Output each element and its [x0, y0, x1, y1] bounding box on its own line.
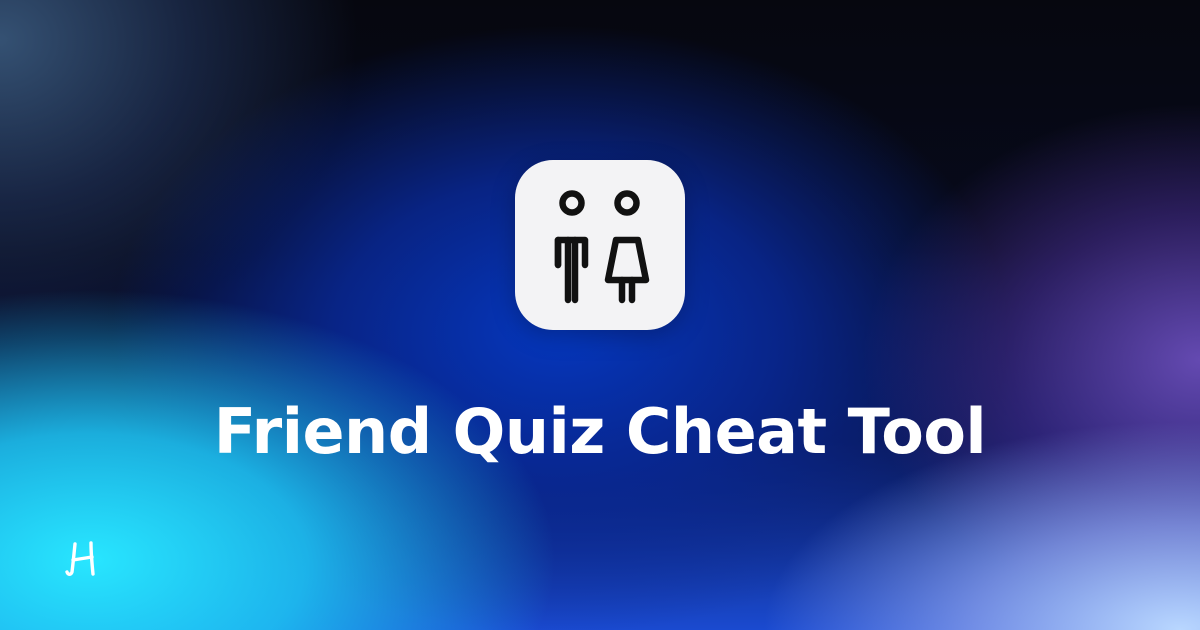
page-title: Friend Quiz Cheat Tool [213, 395, 987, 468]
people-icon [554, 190, 650, 304]
brand-logo-icon [65, 541, 95, 576]
app-icon [515, 160, 685, 330]
